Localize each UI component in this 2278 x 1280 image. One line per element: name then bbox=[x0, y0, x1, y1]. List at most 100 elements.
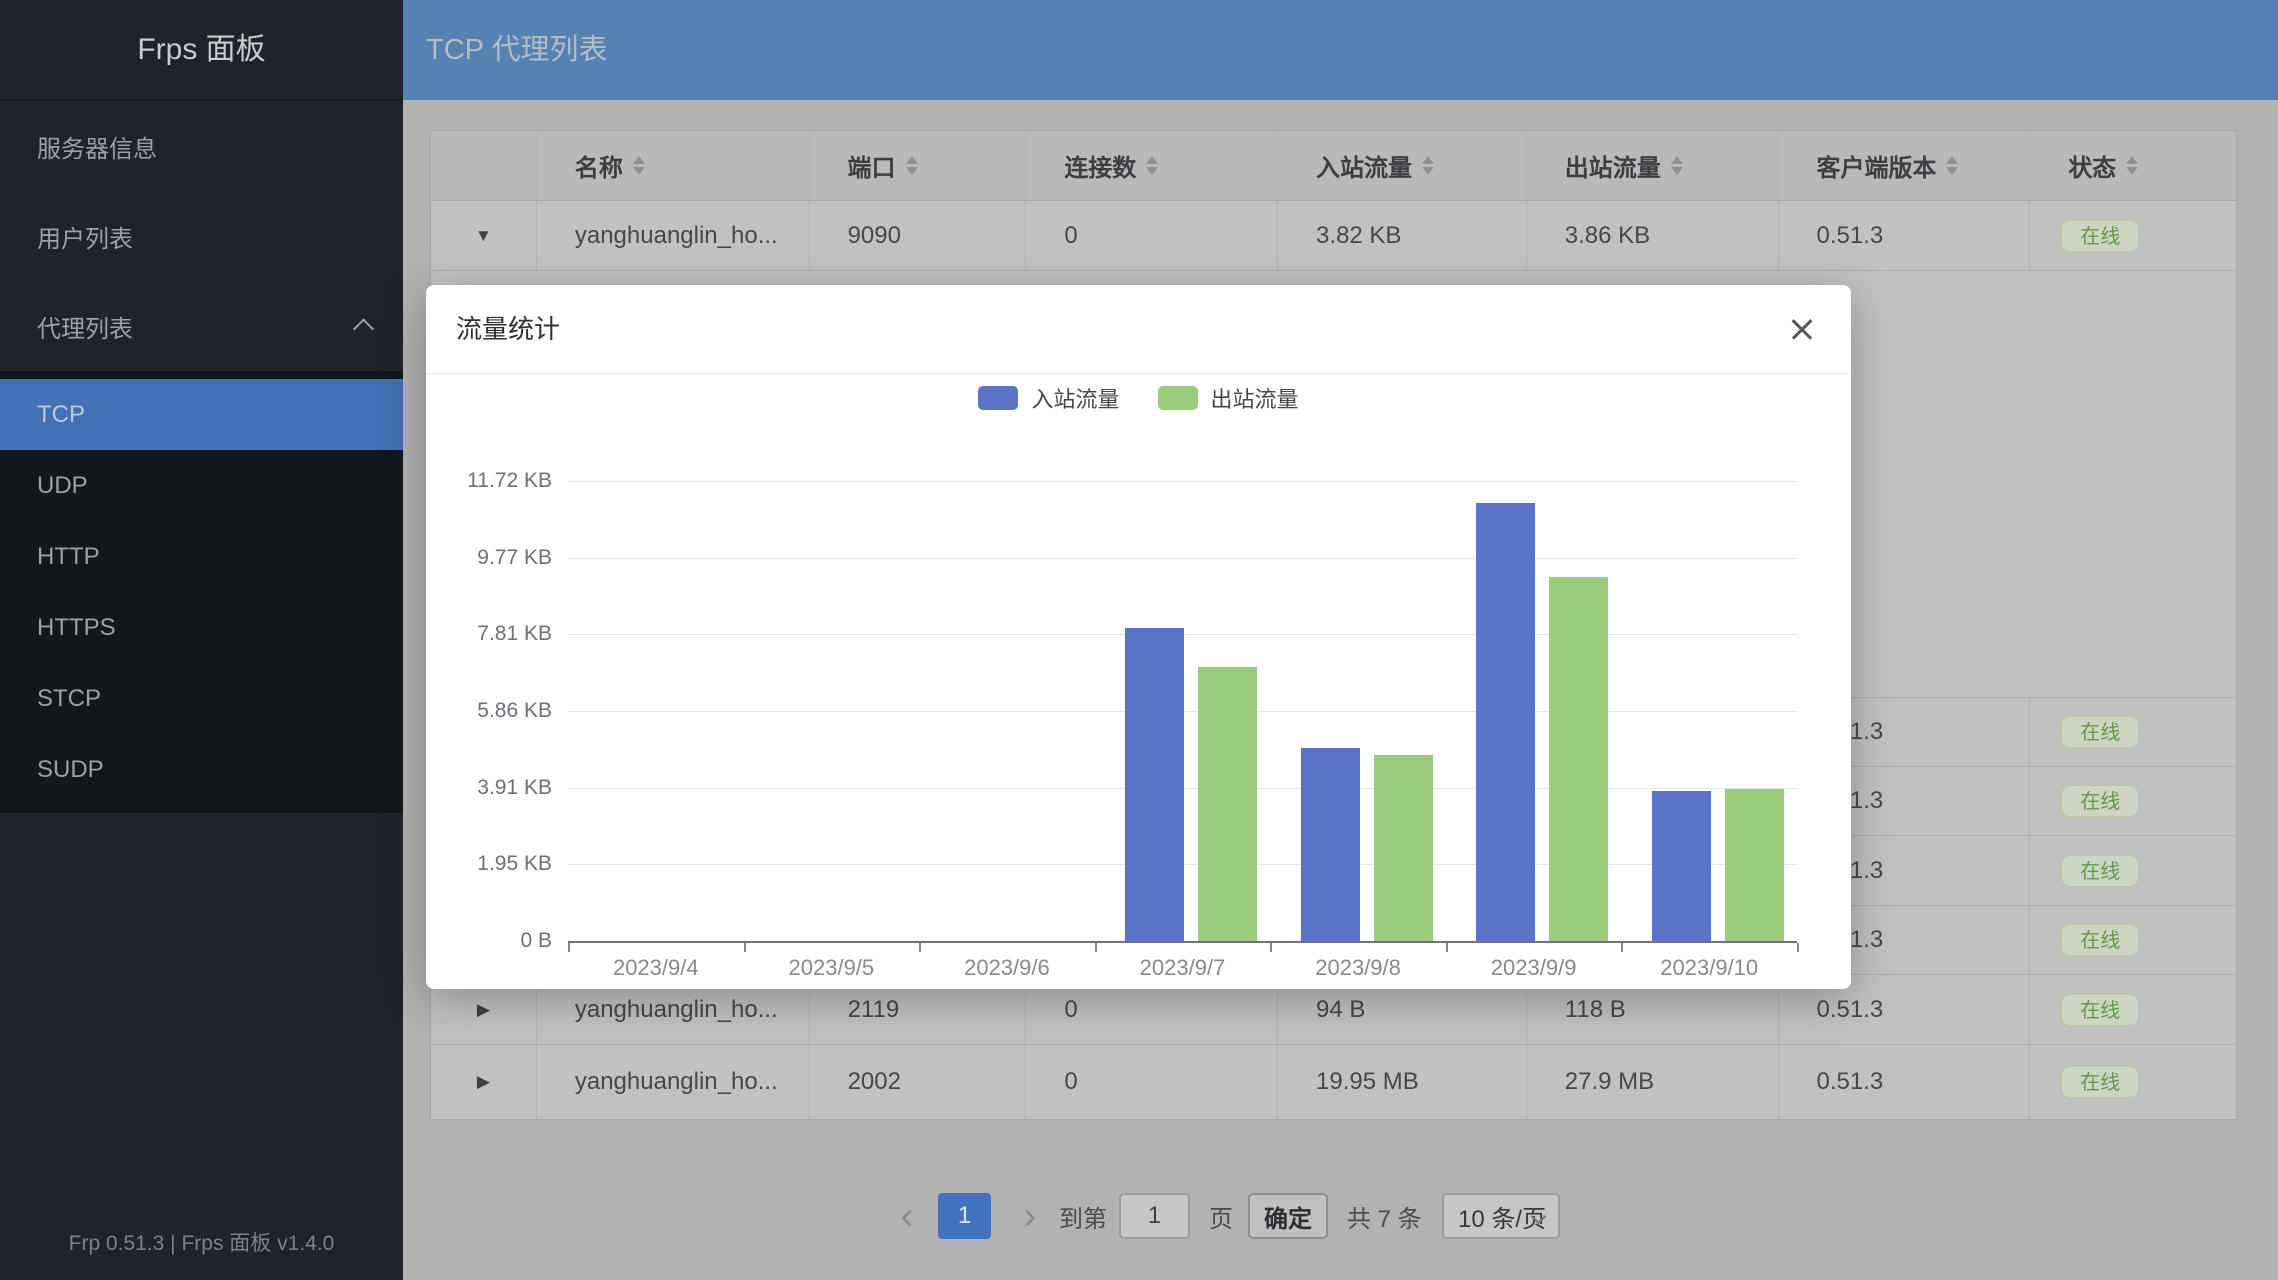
confirm-button[interactable]: 确定 bbox=[1248, 1193, 1328, 1239]
gridline bbox=[568, 481, 1797, 482]
sort-asc-icon[interactable] bbox=[633, 156, 645, 164]
goto-page-input[interactable] bbox=[1119, 1193, 1190, 1239]
bar-outbound bbox=[1725, 789, 1784, 941]
sidebar-item-http[interactable]: HTTP bbox=[0, 521, 403, 592]
sort-carets[interactable] bbox=[1422, 156, 1434, 175]
column-header-traffic_in[interactable]: 入站流量 bbox=[1278, 131, 1527, 200]
sort-desc-icon[interactable] bbox=[2126, 167, 2138, 175]
x-axis-tick bbox=[744, 943, 746, 952]
prev-page-button[interactable]: ‹ bbox=[892, 1193, 922, 1239]
collapse-row-icon[interactable]: ▼ bbox=[475, 226, 492, 246]
x-axis-tick bbox=[568, 943, 570, 952]
cell-status: 在线 bbox=[2030, 836, 2236, 905]
sort-carets[interactable] bbox=[906, 156, 918, 175]
cell-name: yanghuanglin_ho... bbox=[537, 1045, 810, 1119]
sort-asc-icon[interactable] bbox=[2126, 156, 2138, 164]
sort-desc-icon[interactable] bbox=[633, 167, 645, 175]
sidebar-item-label: 服务器信息 bbox=[37, 129, 157, 164]
column-header-label: 名称 bbox=[575, 148, 623, 183]
sidebar-item-proxy-list[interactable]: 代理列表 bbox=[0, 281, 403, 371]
sort-desc-icon[interactable] bbox=[1146, 167, 1158, 175]
cell-status: 在线 bbox=[2030, 906, 2236, 974]
bar-outbound bbox=[1374, 755, 1433, 941]
gridline bbox=[568, 558, 1797, 559]
page-size-select[interactable]: 10 条/页 bbox=[1442, 1193, 1560, 1239]
goto-prefix-label: 到第 bbox=[1059, 1193, 1107, 1239]
sort-asc-icon[interactable] bbox=[1946, 156, 1958, 164]
x-axis-category-label: 2023/9/4 bbox=[568, 955, 744, 981]
y-axis-tick-label: 5.86 KB bbox=[426, 699, 552, 723]
cell-status: 在线 bbox=[2030, 698, 2236, 766]
column-header-status[interactable]: 状态 bbox=[2030, 131, 2236, 200]
sort-carets[interactable] bbox=[633, 156, 645, 175]
column-header-connections[interactable]: 连接数 bbox=[1026, 131, 1278, 200]
sort-carets[interactable] bbox=[1671, 156, 1683, 175]
traffic-bar-chart: 0 B1.95 KB3.91 KB5.86 KB7.81 KB9.77 KB11… bbox=[426, 285, 1851, 989]
sort-desc-icon[interactable] bbox=[1946, 167, 1958, 175]
status-badge: 在线 bbox=[2060, 854, 2140, 888]
sidebar-item-server-info[interactable]: 服务器信息 bbox=[0, 101, 403, 191]
column-header-label: 端口 bbox=[848, 148, 896, 183]
x-axis-tick bbox=[1797, 943, 1799, 952]
cell-expand: ▼ bbox=[431, 201, 537, 270]
column-header-label: 连接数 bbox=[1064, 148, 1136, 183]
status-badge: 在线 bbox=[2060, 219, 2140, 253]
bar-outbound bbox=[1549, 577, 1608, 941]
expand-row-icon[interactable]: ▶ bbox=[477, 1000, 490, 1020]
page-1-button[interactable]: 1 bbox=[938, 1193, 991, 1239]
y-axis-tick-label: 9.77 KB bbox=[426, 546, 552, 570]
expand-row-icon[interactable]: ▶ bbox=[477, 1072, 490, 1092]
sort-carets[interactable] bbox=[1946, 156, 1958, 175]
y-axis-tick-label: 11.72 KB bbox=[426, 469, 552, 493]
cell-name: yanghuanglin_ho... bbox=[537, 201, 810, 270]
chevron-up-icon bbox=[353, 318, 374, 339]
sidebar-item-https[interactable]: HTTPS bbox=[0, 592, 403, 663]
sidebar-item-udp[interactable]: UDP bbox=[0, 450, 403, 521]
cell-version: 0.51.3 bbox=[1779, 1045, 2031, 1119]
sort-asc-icon[interactable] bbox=[906, 156, 918, 164]
expand-column-header bbox=[431, 131, 537, 200]
status-badge: 在线 bbox=[2060, 923, 2140, 957]
sort-desc-icon[interactable] bbox=[1671, 167, 1683, 175]
x-axis-tick bbox=[1446, 943, 1448, 952]
sort-asc-icon[interactable] bbox=[1422, 156, 1434, 164]
column-header-label: 入站流量 bbox=[1316, 148, 1412, 183]
column-header-name[interactable]: 名称 bbox=[537, 131, 810, 200]
sort-desc-icon[interactable] bbox=[906, 167, 918, 175]
cell-connections: 0 bbox=[1026, 1045, 1278, 1119]
sidebar-item-tcp[interactable]: TCP bbox=[0, 379, 403, 450]
y-axis-tick-label: 3.91 KB bbox=[426, 776, 552, 800]
y-axis-tick-label: 7.81 KB bbox=[426, 622, 552, 646]
cell-status: 在线 bbox=[2030, 1045, 2236, 1119]
status-badge: 在线 bbox=[2060, 715, 2140, 749]
sort-asc-icon[interactable] bbox=[1146, 156, 1158, 164]
x-axis-tick bbox=[1095, 943, 1097, 952]
table-row: ▶yanghuanglin_ho...2002019.95 MB27.9 MB0… bbox=[431, 1045, 2236, 1119]
sort-carets[interactable] bbox=[1146, 156, 1158, 175]
x-axis-category-label: 2023/9/9 bbox=[1446, 955, 1622, 981]
sort-asc-icon[interactable] bbox=[1671, 156, 1683, 164]
cell-traffic_in: 3.82 KB bbox=[1278, 201, 1527, 270]
sidebar-item-stcp[interactable]: STCP bbox=[0, 663, 403, 734]
column-header-traffic_out[interactable]: 出站流量 bbox=[1527, 131, 1779, 200]
cell-traffic_out: 27.9 MB bbox=[1527, 1045, 1779, 1119]
page-title: TCP 代理列表 bbox=[403, 0, 2278, 100]
x-axis-category-label: 2023/9/8 bbox=[1270, 955, 1446, 981]
sort-carets[interactable] bbox=[2126, 156, 2138, 175]
x-axis-tick bbox=[1621, 943, 1623, 952]
x-axis-category-label: 2023/9/6 bbox=[919, 955, 1095, 981]
bar-inbound bbox=[1652, 791, 1711, 941]
sidebar-item-sudp[interactable]: SUDP bbox=[0, 734, 403, 805]
app-title: Frps 面板 bbox=[0, 0, 403, 101]
table-row: ▼yanghuanglin_ho...909003.82 KB3.86 KB0.… bbox=[431, 201, 2236, 271]
column-header-label: 状态 bbox=[2068, 148, 2116, 183]
sidebar-item-user-list[interactable]: 用户列表 bbox=[0, 191, 403, 281]
sidebar: Frps 面板 服务器信息用户列表代理列表 TCPUDPHTTPHTTPSSTC… bbox=[0, 0, 403, 1280]
cell-connections: 0 bbox=[1026, 201, 1278, 270]
column-header-version[interactable]: 客户端版本 bbox=[1778, 131, 2030, 200]
bar-outbound bbox=[1198, 667, 1257, 941]
sort-desc-icon[interactable] bbox=[1422, 167, 1434, 175]
traffic-stats-dialog: 流量统计 入站流量出站流量 0 B1.95 KB3.91 KB5.86 KB7.… bbox=[426, 285, 1851, 989]
next-page-button[interactable]: › bbox=[1015, 1193, 1045, 1239]
column-header-port[interactable]: 端口 bbox=[810, 131, 1027, 200]
